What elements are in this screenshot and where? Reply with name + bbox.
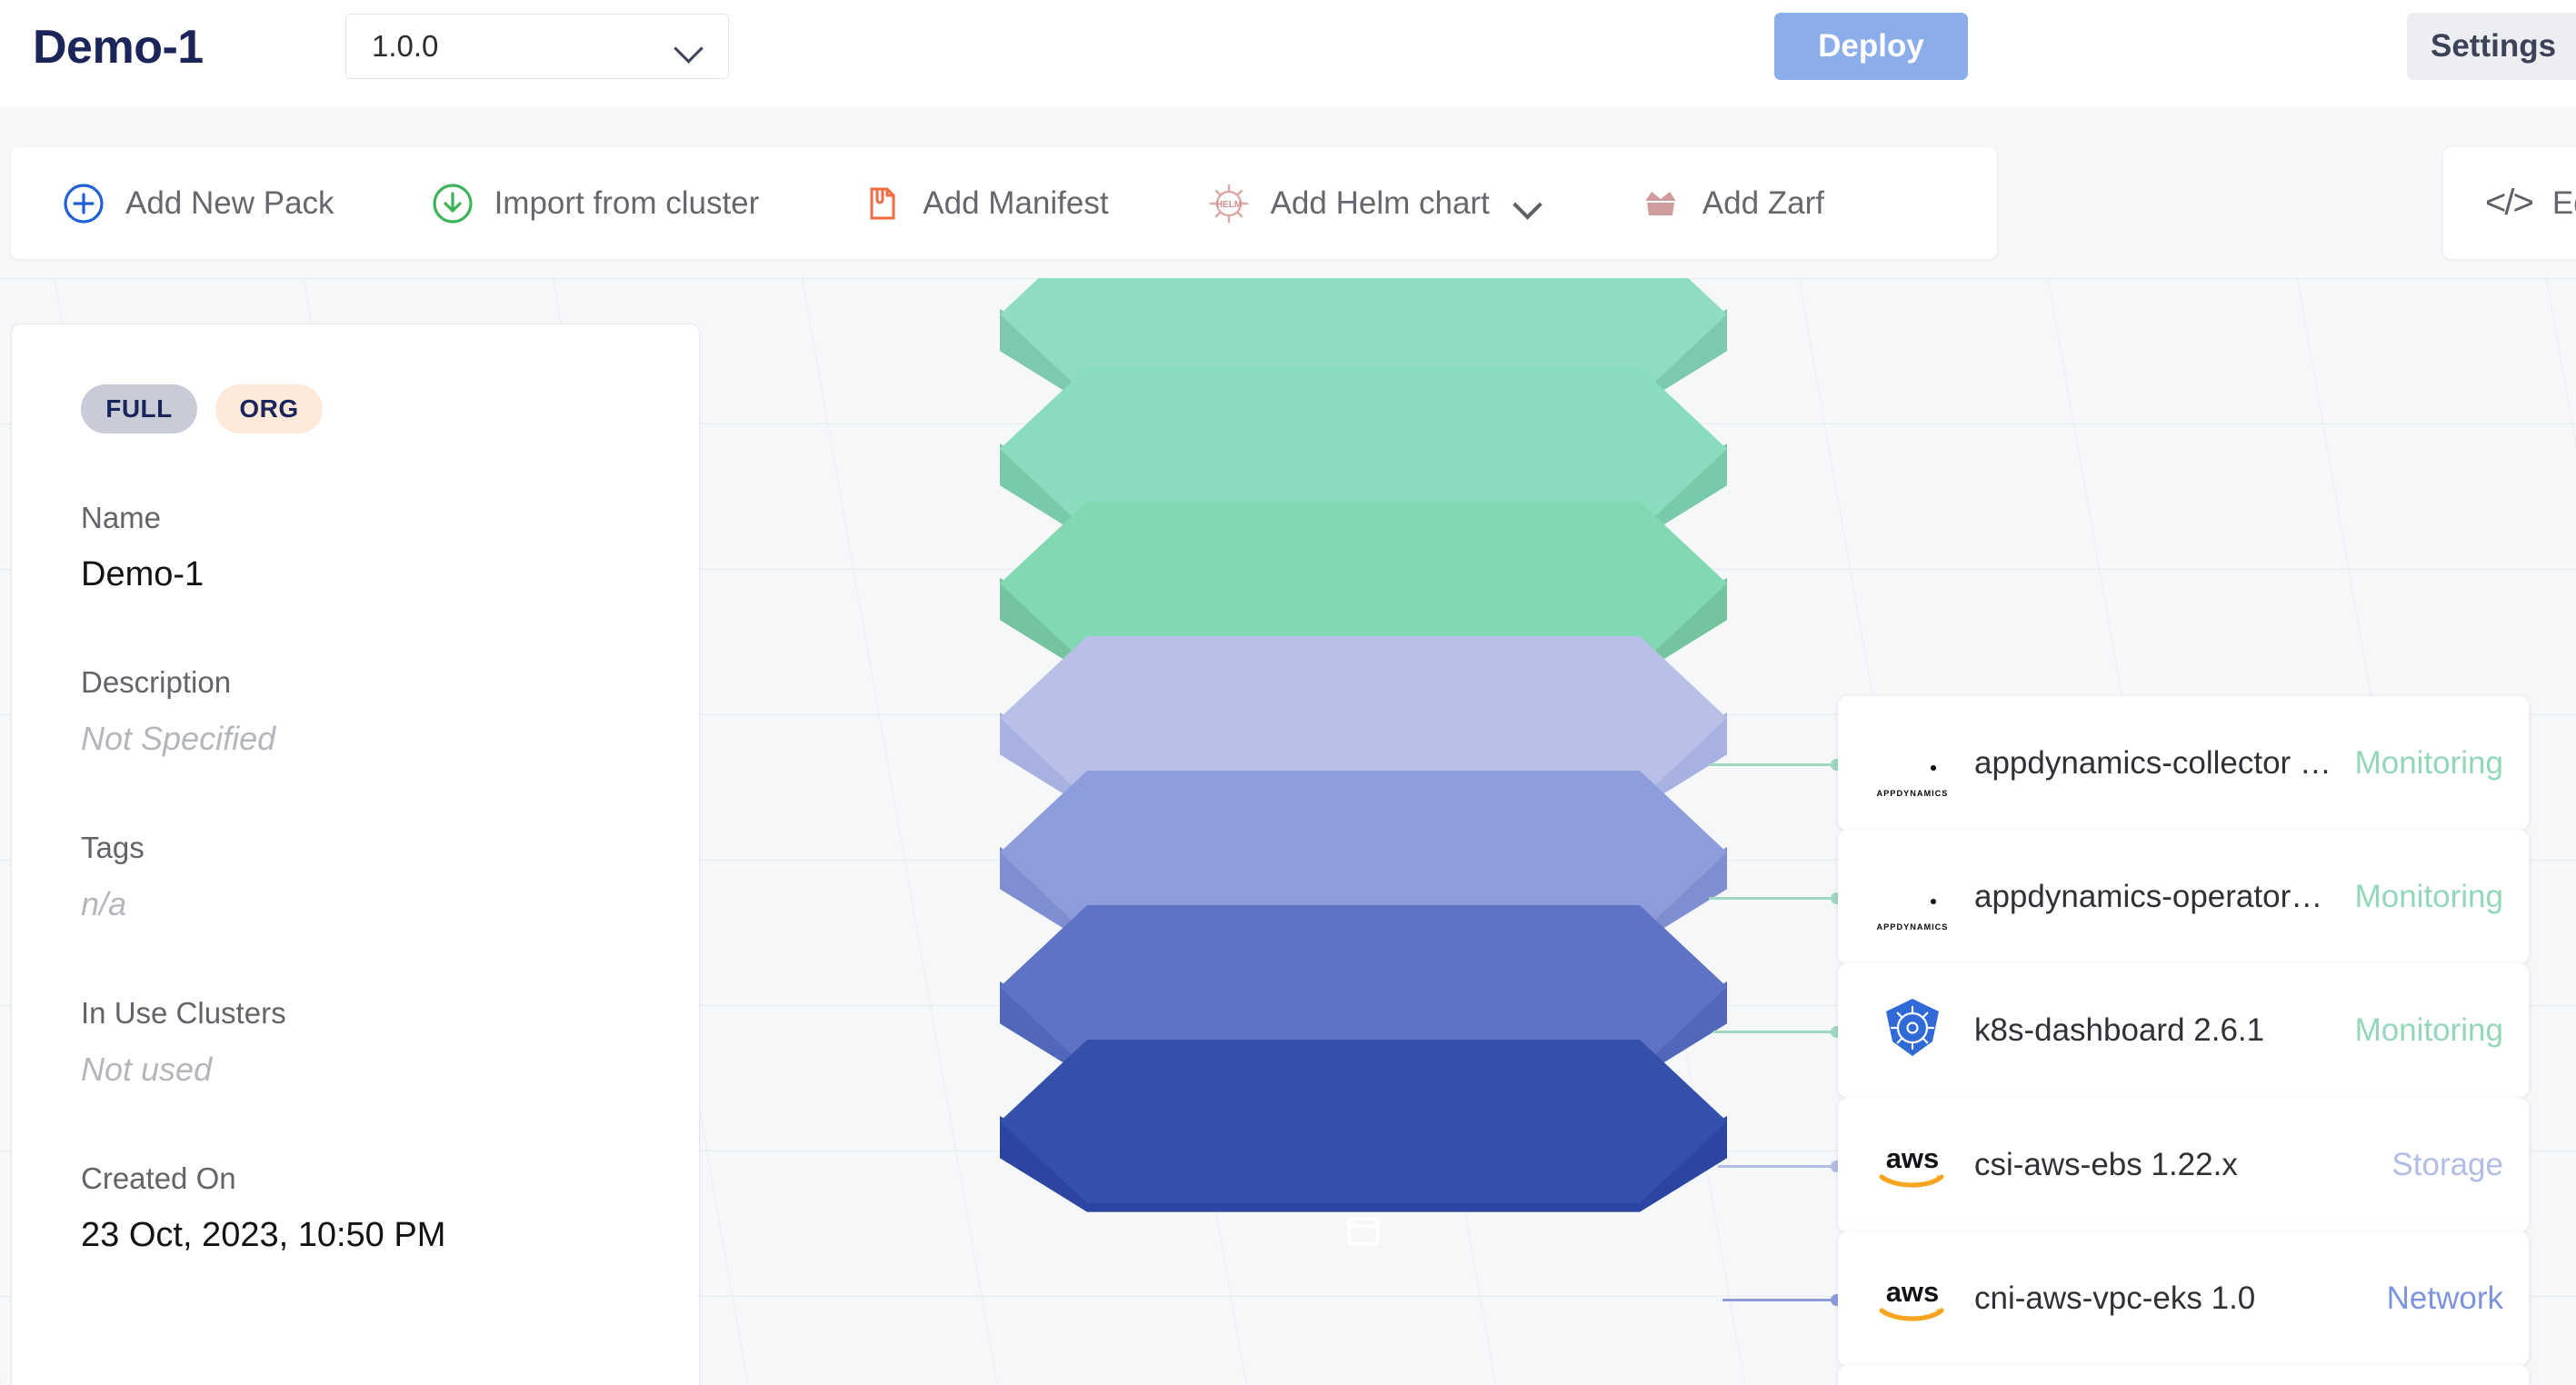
page-title: Demo-1 <box>33 21 204 74</box>
add-new-pack-label: Add New Pack <box>125 184 334 221</box>
version-select-value: 1.0.0 <box>372 29 439 63</box>
field-in-use-clusters-value: Not used <box>81 1051 213 1088</box>
cluster-profile-page: Demo-1 1.0.0 Deploy Settings Add New Pac… <box>0 0 2576 1385</box>
aws-logo: aws <box>1872 1259 1952 1339</box>
svg-text:APPDYNAMICS: APPDYNAMICS <box>1877 789 1949 798</box>
document-icon <box>859 182 903 225</box>
add-zarf-button[interactable]: Add Zarf <box>1639 147 1824 259</box>
edit-label: Edit <box>2551 184 2576 221</box>
add-helm-chart-label: Add Helm chart <box>1270 184 1490 221</box>
pack-name: cni-aws-vpc-eks 1.0 <box>1974 1280 2256 1316</box>
field-tags-label: Tags <box>81 831 145 864</box>
edit-yaml-button[interactable]: </> Edit <box>2443 147 2576 259</box>
pack-card[interactable]: aws cni-aws-vpc-eks 1.0 Network <box>1838 1231 2529 1366</box>
pack-category: Network <box>2386 1280 2503 1316</box>
pack-name: k8s-dashboard 2.6.1 <box>1974 1012 2265 1048</box>
connector-line <box>1722 1294 1842 1306</box>
field-created-on-label: Created On <box>81 1161 236 1195</box>
profile-info-panel: FULL ORG Name Demo-1 Description Not Spe… <box>11 324 700 1385</box>
badge-org: ORG <box>215 384 323 433</box>
page-header: Demo-1 1.0.0 Deploy Settings <box>0 0 2576 106</box>
pack-card[interactable]: kubernetes-eks 1.27.xKubernetes <box>1838 1365 2529 1385</box>
profile-canvas[interactable]: FULL ORG Name Demo-1 Description Not Spe… <box>0 278 2576 1385</box>
pack-card[interactable]: k8s-dashboard 2.6.1 Monitoring <box>1838 963 2529 1098</box>
appdynamics-logo: APPDYNAMICS <box>1872 723 1952 803</box>
field-description: Description Not Specified <box>81 665 630 758</box>
hex-layer-top <box>1000 1040 1727 1203</box>
code-icon: </> <box>2485 183 2534 223</box>
svg-text:HELM: HELM <box>1215 200 1241 210</box>
field-tags-value: n/a <box>81 885 127 922</box>
download-circle-icon <box>431 182 474 225</box>
field-name-label: Name <box>81 501 162 534</box>
field-in-use-clusters-label: In Use Clusters <box>81 996 286 1030</box>
profile-badges: FULL ORG <box>81 324 630 433</box>
import-from-cluster-label: Import from cluster <box>494 184 760 221</box>
stack-layer[interactable] <box>1000 1040 1727 1258</box>
appdynamics-logo: APPDYNAMICS <box>1872 857 1952 937</box>
add-helm-chart-button[interactable]: HELM Add Helm chart <box>1207 147 1543 259</box>
chevron-down-icon <box>675 38 703 55</box>
connector-line <box>1713 1026 1842 1038</box>
field-name-value: Demo-1 <box>81 555 205 593</box>
add-new-pack-button[interactable]: Add New Pack <box>62 147 334 259</box>
settings-button[interactable]: Settings <box>2407 13 2576 80</box>
pack-card[interactable]: aws csi-aws-ebs 1.22.x Storage <box>1838 1098 2529 1232</box>
field-description-value: Not Specified <box>81 720 276 757</box>
pack-category: Monitoring <box>2354 879 2503 914</box>
field-description-label: Description <box>81 665 232 699</box>
svg-text:APPDYNAMICS: APPDYNAMICS <box>1877 922 1949 932</box>
pack-name: appdynamics-operator… <box>1974 879 2323 914</box>
pack-card[interactable]: APPDYNAMICS appdynamics-collector … Monito… <box>1838 696 2529 831</box>
pack-name: appdynamics-collector … <box>1974 745 2331 781</box>
pack-card[interactable]: APPDYNAMICS appdynamics-operator… Monitori… <box>1838 830 2529 964</box>
add-manifest-label: Add Manifest <box>923 184 1109 221</box>
kubernetes-logo <box>1872 991 1952 1071</box>
connector-line <box>1718 1161 1842 1172</box>
chevron-down-icon[interactable] <box>1515 194 1543 213</box>
deploy-button[interactable]: Deploy <box>1774 13 1968 80</box>
badge-full: FULL <box>81 384 197 433</box>
connector-line <box>1709 759 1842 771</box>
add-manifest-button[interactable]: Add Manifest <box>859 147 1109 259</box>
field-created-on-value: 23 Oct, 2023, 10:50 PM <box>81 1216 446 1254</box>
pack-category: Storage <box>2391 1147 2503 1182</box>
window-icon <box>1343 1211 1384 1252</box>
zarf-box-icon <box>1639 182 1682 225</box>
field-in-use-clusters: In Use Clusters Not used <box>81 996 630 1089</box>
toolbar-region: Add New Pack Import from cluster Add Man… <box>0 106 2576 278</box>
aws-logo: aws <box>1872 1125 1952 1205</box>
plus-circle-icon <box>62 182 105 225</box>
helm-icon: HELM <box>1207 182 1251 225</box>
field-name: Name Demo-1 <box>81 501 630 594</box>
connector-line <box>1709 892 1842 904</box>
layer-stack <box>1000 278 1727 1385</box>
pack-category: Monitoring <box>2354 1012 2503 1048</box>
svg-text:aws: aws <box>1886 1142 1940 1174</box>
pack-category: Monitoring <box>2354 745 2503 781</box>
field-created-on: Created On 23 Oct, 2023, 10:50 PM <box>81 1161 630 1255</box>
field-tags: Tags n/a <box>81 831 630 923</box>
add-zarf-label: Add Zarf <box>1702 184 1825 221</box>
svg-text:aws: aws <box>1886 1276 1940 1308</box>
pack-name: csi-aws-ebs 1.22.x <box>1974 1147 2238 1182</box>
import-from-cluster-button[interactable]: Import from cluster <box>431 147 760 259</box>
version-select[interactable]: 1.0.0 <box>345 14 729 79</box>
pack-toolbar: Add New Pack Import from cluster Add Man… <box>11 147 1997 259</box>
